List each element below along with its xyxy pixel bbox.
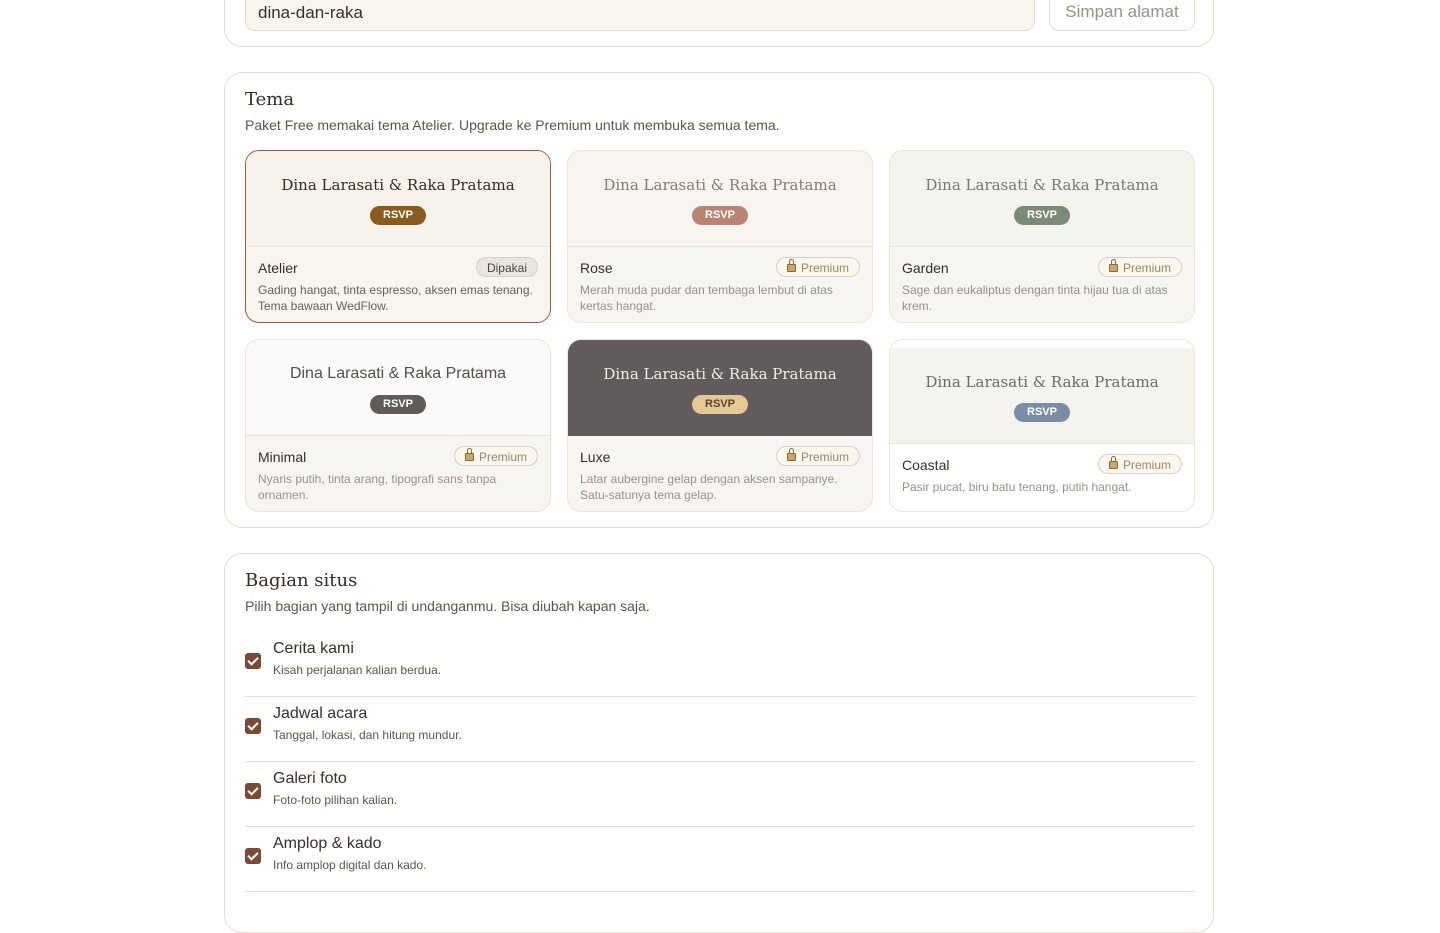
section-title: Cerita kami: [273, 640, 354, 657]
preview-couple-names: Dina Larasati & Raka Pratama: [925, 176, 1159, 194]
lock-icon: [1108, 259, 1118, 272]
lock-icon: [1108, 456, 1118, 469]
theme-preview: Dina Larasati & Raka Pratama RSVP: [568, 340, 872, 436]
lock-icon: [786, 448, 796, 461]
section-title: Galeri foto: [273, 770, 347, 787]
preview-couple-names: Dina Larasati & Raka Pratama: [603, 365, 837, 383]
premium-badge: Premium: [775, 446, 860, 466]
theme-name: Minimal: [258, 449, 307, 465]
section-checkbox[interactable]: [245, 653, 261, 669]
theme-name: Garden: [902, 260, 949, 276]
preview-rsvp-badge: RSVP: [1014, 206, 1070, 225]
used-badge: Dipakai: [475, 257, 538, 277]
premium-label: Premium: [1122, 261, 1171, 275]
theme-name: Coastal: [902, 457, 950, 473]
preview-rsvp-badge: RSVP: [692, 395, 748, 414]
theme-preview: Dina Larasati & Raka Pratama RSVP: [568, 151, 872, 247]
preview-rsvp-badge: RSVP: [370, 395, 426, 414]
premium-label: Premium: [478, 450, 527, 464]
section-checkbox[interactable]: [245, 848, 261, 864]
preview-couple-names: Dina Larasati & Raka Pratama: [603, 176, 837, 194]
section-title: Amplop & kado: [273, 835, 382, 852]
theme-description: Gading hangat, tinta espresso, aksen ema…: [258, 283, 533, 313]
section-row-gallery[interactable]: Galeri foto Foto-foto pilihan kalian.: [245, 762, 1195, 827]
theme-preview: Dina Larasati & Raka Pratama RSVP: [890, 151, 1194, 247]
premium-label: Premium: [800, 261, 849, 275]
section-row-gifts[interactable]: Amplop & kado Info amplop digital dan ka…: [245, 827, 1195, 892]
preview-rsvp-badge: RSVP: [370, 206, 426, 225]
save-address-button[interactable]: Simpan alamat: [1049, 0, 1195, 31]
section-description: Tanggal, lokasi, dan hitung mundur.: [273, 728, 462, 742]
theme-section-subtitle: Paket Free memakai tema Atelier. Upgrade…: [245, 117, 780, 133]
theme-name: Atelier: [258, 260, 298, 276]
preview-rsvp-badge: RSVP: [692, 206, 748, 225]
slug-card: dina-dan-raka Simpan alamat: [224, 0, 1214, 47]
theme-preview: Dina Larasati & Raka Pratama RSVP: [890, 348, 1194, 444]
lock-icon: [464, 448, 474, 461]
site-sections-card: Bagian situs Pilih bagian yang tampil di…: [224, 553, 1214, 933]
sections-title: Bagian situs: [245, 570, 358, 591]
theme-description: Sage dan eukaliptus dengan tinta hijau t…: [902, 283, 1168, 313]
theme-description: Merah muda pudar dan tembaga lembut di a…: [580, 283, 833, 313]
section-checkbox[interactable]: [245, 783, 261, 799]
theme-section-title: Tema: [245, 89, 295, 110]
preview-rsvp-badge: RSVP: [1014, 403, 1070, 422]
section-checkbox[interactable]: [245, 718, 261, 734]
theme-tile-garden[interactable]: Dina Larasati & Raka Pratama RSVP Garden…: [889, 150, 1195, 323]
section-description: Info amplop digital dan kado.: [273, 858, 427, 872]
theme-preview: Dina Larasati & Raka Pratama RSVP: [246, 151, 550, 247]
theme-description: Pasir pucat, biru batu tenang, putih han…: [902, 480, 1132, 494]
theme-tile-minimal[interactable]: Dina Larasati & Raka Pratama RSVP Minima…: [245, 339, 551, 512]
theme-tile-luxe[interactable]: Dina Larasati & Raka Pratama RSVP Luxe P…: [567, 339, 873, 512]
preview-couple-names: Dina Larasati & Raka Pratama: [289, 365, 507, 382]
section-row-story[interactable]: Cerita kami Kisah perjalanan kalian berd…: [245, 632, 1195, 697]
premium-badge: Premium: [775, 257, 860, 277]
sections-subtitle: Pilih bagian yang tampil di undanganmu. …: [245, 598, 650, 614]
theme-tile-atelier[interactable]: Dina Larasati & Raka Pratama RSVP Atelie…: [245, 150, 551, 323]
theme-description: Latar aubergine gelap dengan aksen sampa…: [580, 472, 838, 502]
theme-card: Tema Paket Free memakai tema Atelier. Up…: [224, 72, 1214, 528]
premium-label: Premium: [1122, 458, 1171, 472]
theme-description: Nyaris putih, tinta arang, tipografi san…: [258, 472, 497, 502]
lock-icon: [786, 259, 796, 272]
premium-label: Premium: [800, 450, 849, 464]
premium-badge: Premium: [1097, 257, 1182, 277]
theme-tile-coastal[interactable]: Dina Larasati & Raka Pratama RSVP Coasta…: [889, 339, 1195, 512]
theme-preview: Dina Larasati & Raka Pratama RSVP: [246, 340, 550, 436]
slug-input[interactable]: dina-dan-raka: [245, 0, 1035, 31]
section-title: Jadwal acara: [273, 705, 368, 722]
preview-couple-names: Dina Larasati & Raka Pratama: [281, 176, 515, 194]
section-description: Kisah perjalanan kalian berdua.: [273, 663, 442, 677]
premium-badge: Premium: [453, 446, 538, 466]
theme-name: Luxe: [580, 449, 611, 465]
preview-couple-names: Dina Larasati & Raka Pratama: [925, 373, 1159, 391]
theme-tile-rose[interactable]: Dina Larasati & Raka Pratama RSVP Rose P…: [567, 150, 873, 323]
premium-badge: Premium: [1097, 454, 1182, 474]
theme-name: Rose: [580, 260, 613, 276]
section-description: Foto-foto pilihan kalian.: [273, 793, 398, 807]
section-row-schedule[interactable]: Jadwal acara Tanggal, lokasi, dan hitung…: [245, 697, 1195, 762]
